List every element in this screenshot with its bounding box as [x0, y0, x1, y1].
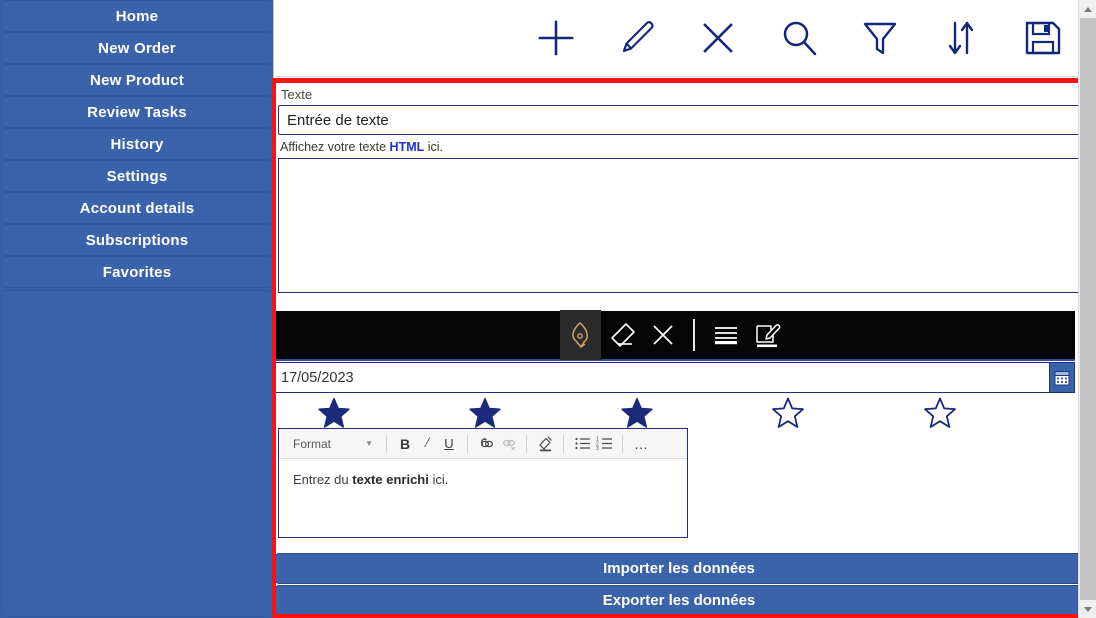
- sidebar-item-label: Subscriptions: [86, 232, 189, 249]
- toolbar-divider: [386, 435, 387, 453]
- save-icon[interactable]: [1016, 12, 1068, 64]
- rich-text-toolbar: Format ▼ B / U: [279, 429, 687, 459]
- rich-text-prefix: Entrez du: [293, 472, 352, 487]
- sidebar-empty-area: [1, 290, 273, 617]
- unlink-icon[interactable]: [497, 432, 519, 456]
- sidebar-item-label: Settings: [107, 168, 168, 185]
- sidebar-navigation: Home New Order New Product Review Tasks …: [0, 0, 274, 618]
- html-preview-prefix: Affichez votre texte: [280, 140, 390, 154]
- more-options-icon[interactable]: …: [630, 432, 652, 456]
- scroll-up-arrow-icon[interactable]: [1079, 0, 1096, 18]
- lines-icon[interactable]: [705, 310, 746, 360]
- scrollbar-thumb[interactable]: [1080, 18, 1096, 600]
- bullet-list-icon[interactable]: [571, 432, 593, 456]
- signature-toolbar: [272, 311, 1075, 361]
- sidebar-item-label: Review Tasks: [87, 104, 187, 121]
- sidebar-item-favorites[interactable]: Favorites: [1, 256, 273, 288]
- sidebar-item-subscriptions[interactable]: Subscriptions: [1, 224, 273, 256]
- rich-text-suffix: ici.: [429, 472, 449, 487]
- sidebar-item-new-product[interactable]: New Product: [1, 64, 273, 96]
- rich-text-editor: Format ▼ B / U: [278, 428, 688, 538]
- delete-close-icon[interactable]: [692, 12, 744, 64]
- pen-icon[interactable]: [560, 310, 601, 360]
- sidebar-item-review-tasks[interactable]: Review Tasks: [1, 96, 273, 128]
- form-content: Texte Affichez votre texte HTML ici.: [275, 83, 1078, 293]
- text-field-label: Texte: [278, 83, 1075, 105]
- toolbar-divider: [693, 319, 695, 351]
- sidebar-item-home[interactable]: Home: [1, 0, 273, 32]
- toolbar-divider: [622, 435, 623, 453]
- signature-canvas[interactable]: [278, 158, 1080, 293]
- toolbar-divider: [467, 435, 468, 453]
- sidebar-item-label: Account details: [80, 200, 195, 217]
- svg-text:3: 3: [596, 446, 599, 452]
- italic-icon[interactable]: /: [416, 432, 438, 456]
- date-picker-row: [272, 362, 1075, 393]
- chevron-down-icon: ▼: [365, 439, 373, 448]
- eraser-icon[interactable]: [601, 310, 642, 360]
- sidebar-item-history[interactable]: History: [1, 128, 273, 160]
- clear-x-icon[interactable]: [642, 310, 683, 360]
- sidebar-item-label: Home: [116, 8, 158, 25]
- sidebar-item-settings[interactable]: Settings: [1, 160, 273, 192]
- link-icon[interactable]: [475, 432, 497, 456]
- draw-edit-icon[interactable]: [746, 310, 787, 360]
- toolbar-divider: [526, 435, 527, 453]
- star-rating-item-2[interactable]: [469, 397, 620, 428]
- html-preview-keyword: HTML: [390, 140, 425, 154]
- html-preview-text: Affichez votre texte HTML ici.: [278, 135, 1075, 158]
- sidebar-item-label: New Order: [98, 40, 176, 57]
- vertical-scrollbar[interactable]: [1078, 0, 1096, 618]
- numbered-list-icon[interactable]: 1 2 3: [593, 432, 615, 456]
- sidebar-item-new-order[interactable]: New Order: [1, 32, 273, 64]
- scroll-down-arrow-icon[interactable]: [1079, 600, 1096, 618]
- star-rating: [272, 395, 1075, 429]
- rich-text-bold: texte enrichi: [352, 472, 429, 487]
- calendar-icon[interactable]: [1049, 362, 1075, 393]
- toolbar-divider: [563, 435, 564, 453]
- export-data-button[interactable]: Exporter les données: [275, 585, 1083, 616]
- date-input[interactable]: [272, 362, 1049, 393]
- star-rating-item-3[interactable]: [621, 397, 772, 428]
- sidebar-item-label: New Product: [90, 72, 184, 89]
- rich-text-body[interactable]: Entrez du texte enrichi ici.: [279, 459, 687, 537]
- action-toolbar: [275, 0, 1078, 77]
- export-data-label: Exporter les données: [603, 592, 756, 609]
- format-dropdown-label: Format: [293, 437, 331, 451]
- star-rating-item-1[interactable]: [318, 397, 469, 428]
- sidebar-item-label: Favorites: [103, 264, 172, 281]
- sidebar-item-account-details[interactable]: Account details: [1, 192, 273, 224]
- main-content: Texte Affichez votre texte HTML ici.: [275, 0, 1078, 618]
- bold-icon[interactable]: B: [394, 432, 416, 456]
- add-icon[interactable]: [530, 12, 582, 64]
- import-data-button[interactable]: Importer les données: [275, 553, 1083, 584]
- sort-icon[interactable]: [935, 12, 987, 64]
- text-input[interactable]: [278, 105, 1080, 135]
- html-preview-suffix: ici.: [424, 140, 443, 154]
- format-dropdown[interactable]: Format ▼: [283, 432, 379, 456]
- application-window: Home New Order New Product Review Tasks …: [0, 0, 1096, 618]
- import-data-label: Importer les données: [603, 560, 755, 577]
- search-icon[interactable]: [773, 12, 825, 64]
- sidebar-item-label: History: [110, 136, 163, 153]
- underline-icon[interactable]: U: [438, 432, 460, 456]
- data-actions: Importer les données Exporter les donnée…: [275, 553, 1086, 617]
- filter-icon[interactable]: [854, 12, 906, 64]
- format-paint-icon[interactable]: [534, 432, 556, 456]
- star-rating-item-4[interactable]: [772, 397, 923, 428]
- edit-pencil-icon[interactable]: [611, 12, 663, 64]
- star-rating-item-5[interactable]: [924, 397, 1075, 428]
